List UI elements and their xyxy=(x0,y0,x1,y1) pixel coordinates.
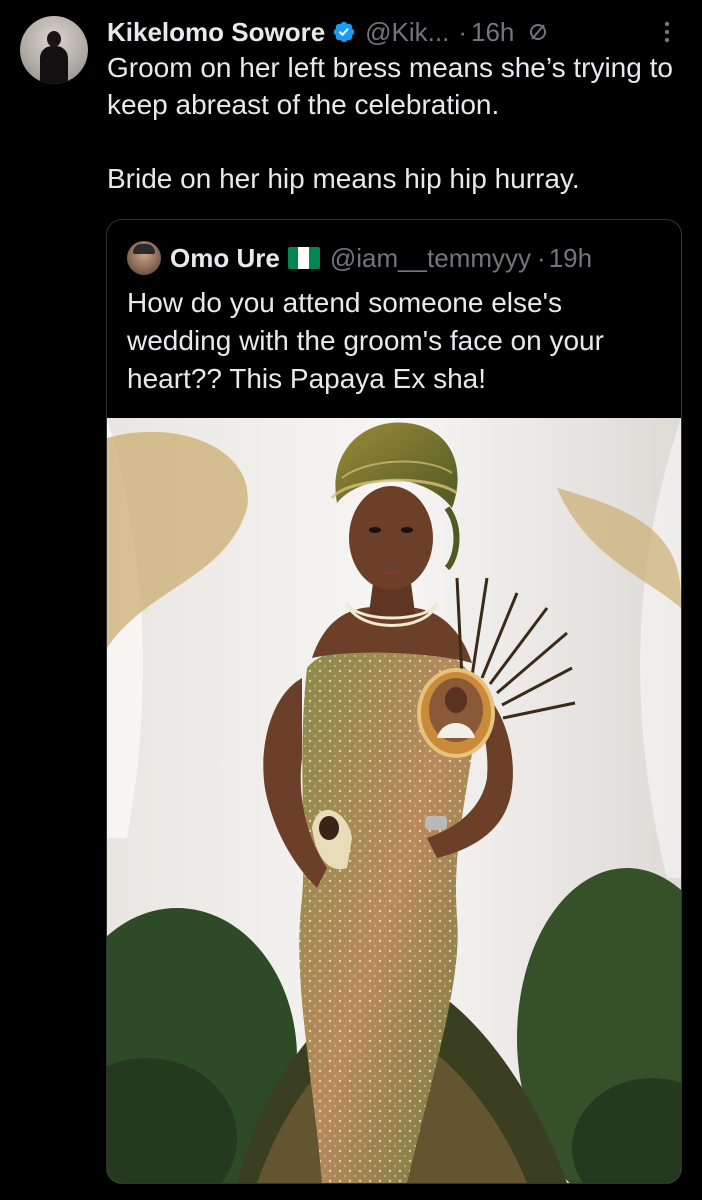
author-handle[interactable]: @Kik... xyxy=(365,17,449,48)
tweet-text: Groom on her left bress means she’s tryi… xyxy=(107,49,697,197)
nigeria-flag-icon xyxy=(287,247,320,269)
author-name[interactable]: Kikelomo Sowore xyxy=(107,17,325,48)
quoted-tweet-card[interactable]: Omo Ure @iam__temmyyy · 19h How do you a… xyxy=(106,219,682,1184)
tweet-header: Kikelomo Sowore @Kik... · 16h xyxy=(107,14,548,50)
tweet-text-paragraph-1: Groom on her left bress means she’s tryi… xyxy=(107,52,673,120)
header-separator: · xyxy=(458,16,468,47)
quoted-author-avatar[interactable] xyxy=(127,241,161,275)
quoted-tweet-text: How do you attend someone else's wedding… xyxy=(127,287,604,394)
quoted-tweet-photo[interactable] xyxy=(107,418,681,1183)
tweet: Kikelomo Sowore @Kik... · 16h Groom on h… xyxy=(0,0,702,1200)
quoted-author-name[interactable]: Omo Ure xyxy=(170,243,280,274)
quoted-tweet-timestamp[interactable]: 19h xyxy=(549,243,592,274)
quoted-tweet-header: Omo Ure @iam__temmyyy · 19h xyxy=(127,240,592,276)
bride-photo-illustration xyxy=(107,418,681,1183)
author-avatar[interactable] xyxy=(20,16,88,84)
verified-badge-icon xyxy=(333,21,355,43)
quoted-author-handle[interactable]: @iam__temmyyy xyxy=(330,243,531,274)
quoted-header-separator: · xyxy=(537,242,546,273)
tweet-text-paragraph-2: Bride on her hip means hip hip hurray. xyxy=(107,163,580,194)
tweet-timestamp[interactable]: 16h xyxy=(471,17,514,48)
edited-icon[interactable] xyxy=(528,22,548,42)
more-options-icon[interactable] xyxy=(661,18,673,46)
